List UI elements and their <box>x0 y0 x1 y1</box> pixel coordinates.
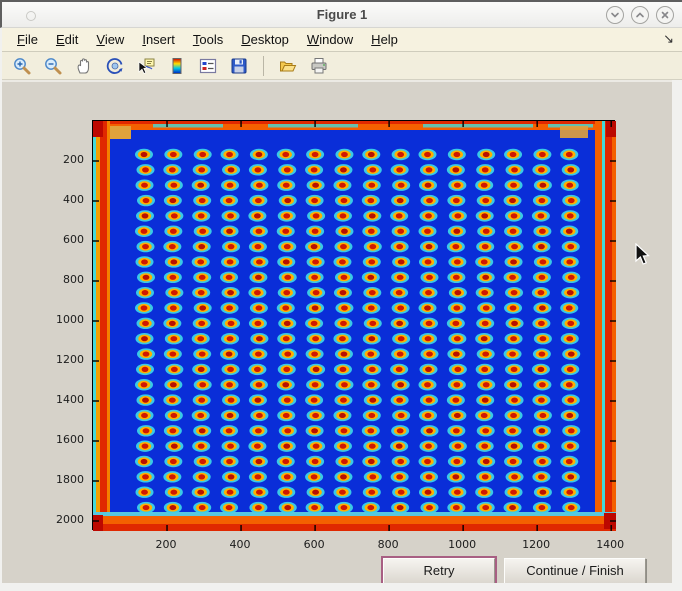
insert-legend-icon[interactable] <box>196 54 220 78</box>
pan-hand-icon[interactable] <box>72 54 96 78</box>
x-tick-label: 600 <box>292 538 336 551</box>
menu-file[interactable]: File <box>8 29 47 50</box>
figure-window: Figure 1 File Edit View Insert Tools Des… <box>0 0 682 591</box>
window-right-gutter <box>672 80 682 591</box>
y-tick-label: 400 <box>4 193 84 206</box>
y-tick-label: 1600 <box>4 433 84 446</box>
heatmap-image <box>93 121 616 531</box>
x-tick-label: 400 <box>218 538 262 551</box>
menu-insert[interactable]: Insert <box>133 29 184 50</box>
titlebar: Figure 1 <box>0 0 682 28</box>
zoom-out-icon[interactable] <box>41 54 65 78</box>
close-button[interactable] <box>656 6 674 24</box>
data-cursor-icon[interactable] <box>134 54 158 78</box>
y-tick-label: 1400 <box>4 393 84 406</box>
x-tick-label: 200 <box>144 538 188 551</box>
y-tick-label: 1000 <box>4 313 84 326</box>
figure-canvas: 200 400 600 800 1000 1200 1400 1600 1800 2000 200… <box>2 80 672 583</box>
y-tick-label: 1200 <box>4 353 84 366</box>
close-icon <box>660 10 670 20</box>
menu-view[interactable]: View <box>87 29 133 50</box>
x-tick-label: 1000 <box>440 538 484 551</box>
dock-figure-icon[interactable]: ↘ <box>663 31 674 47</box>
window-bottom-gutter <box>0 583 682 591</box>
x-tick-label: 800 <box>366 538 410 551</box>
menu-tools[interactable]: Tools <box>184 29 232 50</box>
y-tick-label: 600 <box>4 233 84 246</box>
menu-edit[interactable]: Edit <box>47 29 87 50</box>
window-title: Figure 1 <box>2 7 682 22</box>
retry-button[interactable]: Retry <box>383 558 495 584</box>
y-tick-label: 200 <box>4 153 84 166</box>
maximize-button[interactable] <box>631 6 649 24</box>
save-icon[interactable] <box>227 54 251 78</box>
y-tick-label: 800 <box>4 273 84 286</box>
insert-colorbar-icon[interactable] <box>165 54 189 78</box>
x-tick-label: 1400 <box>588 538 632 551</box>
y-tick-label: 2000 <box>4 513 84 526</box>
x-tick-label: 1200 <box>514 538 558 551</box>
rotate-3d-icon[interactable] <box>103 54 127 78</box>
chevron-down-icon <box>610 10 620 20</box>
continue-finish-button[interactable]: Continue / Finish <box>504 558 646 584</box>
zoom-in-icon[interactable] <box>10 54 34 78</box>
plot-area <box>92 120 615 530</box>
menu-help[interactable]: Help <box>362 29 407 50</box>
menu-window[interactable]: Window <box>298 29 362 50</box>
open-file-icon[interactable] <box>276 54 300 78</box>
toolbar-separator <box>263 56 264 76</box>
y-tick-label: 1800 <box>4 473 84 486</box>
minimize-button[interactable] <box>606 6 624 24</box>
print-icon[interactable] <box>307 54 331 78</box>
window-controls <box>606 6 674 24</box>
menubar: File Edit View Insert Tools Desktop Wind… <box>2 28 682 52</box>
chevron-up-icon <box>635 10 645 20</box>
menu-desktop[interactable]: Desktop <box>232 29 298 50</box>
figure-toolbar <box>2 52 682 80</box>
